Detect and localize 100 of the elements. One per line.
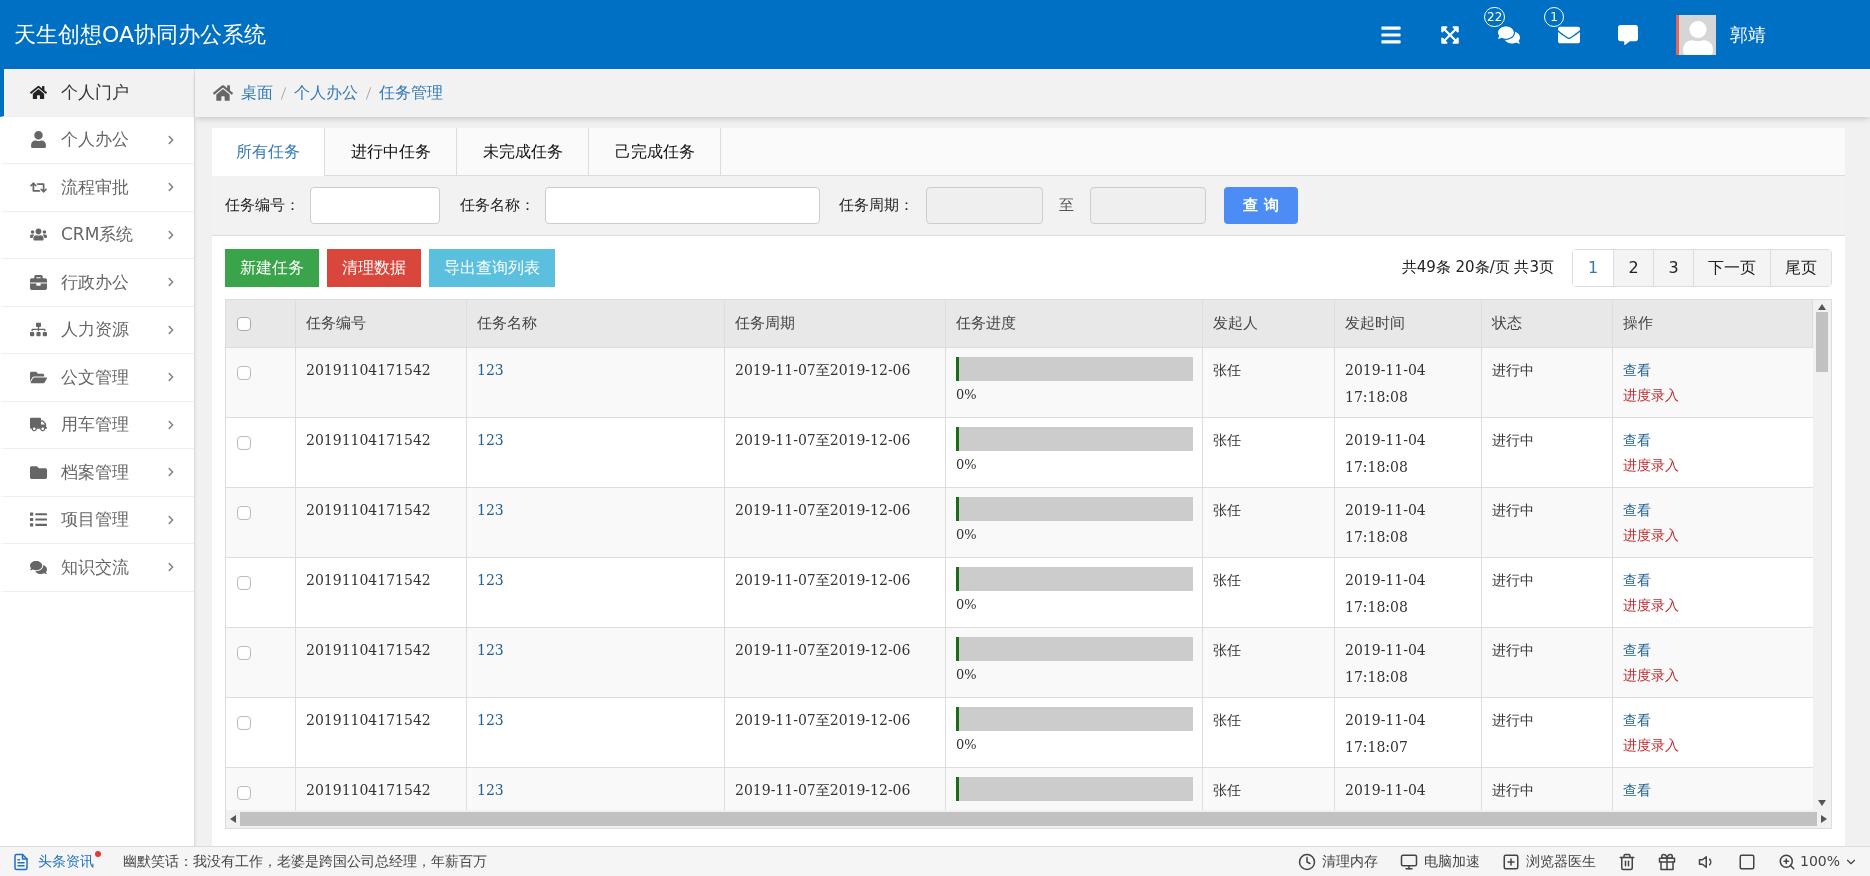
avatar[interactable]: [1676, 14, 1716, 55]
scroll-thumb[interactable]: [240, 812, 1817, 826]
tool-link[interactable]: 电脑加速: [1423, 851, 1480, 872]
input-field[interactable]: [310, 187, 440, 224]
home-icon: [30, 83, 47, 101]
table-cell: 张任: [1213, 572, 1241, 588]
folder-icon: [30, 463, 47, 481]
tool-link[interactable]: 清理内存: [1321, 851, 1378, 872]
view-link[interactable]: 查看: [1623, 430, 1651, 451]
view-link[interactable]: 查看: [1623, 780, 1651, 801]
progress-entry-link[interactable]: 进度录入: [1623, 665, 1679, 686]
pagination-summary: 共49条 20条/页 共3页: [1401, 257, 1554, 279]
progress-value: 0%: [956, 386, 978, 404]
tab[interactable]: 未完成任务: [457, 128, 589, 175]
chevron-icon: [166, 229, 176, 240]
view-link[interactable]: 查看: [1623, 710, 1651, 731]
zoom-level[interactable]: 100%: [1799, 851, 1840, 872]
sidebar-item[interactable]: 公文管理: [0, 354, 194, 402]
tab[interactable]: 进行中任务: [325, 128, 457, 175]
joke-text[interactable]: 幽默笑话：我没有工作，老婆是跨国公司总经理，年薪百万: [123, 851, 487, 872]
page-button[interactable]: 2: [1613, 249, 1653, 286]
table-cell: 2019-11-07至2019-12-06: [735, 502, 911, 518]
sidebar-item[interactable]: 知识交流: [0, 544, 194, 592]
progress-entry-link[interactable]: 进度录入: [1623, 455, 1679, 476]
date-field[interactable]: [926, 187, 1043, 224]
tool-link[interactable]: 浏览器医生: [1525, 851, 1596, 872]
tab[interactable]: 所有任务: [212, 128, 325, 176]
progress-entry-link[interactable]: 进度录入: [1623, 525, 1679, 546]
breadcrumb-link[interactable]: 任务管理: [379, 81, 443, 105]
task-link[interactable]: 123: [477, 572, 504, 588]
horizontal-scrollbar[interactable]: [226, 810, 1831, 828]
progress-entry-link[interactable]: 进度录入: [1623, 385, 1679, 406]
progress-entry-link[interactable]: 进度录入: [1623, 595, 1679, 616]
checkbox[interactable]: [237, 316, 251, 331]
sidebar-item[interactable]: 档案管理: [0, 449, 194, 497]
fullscreen-icon[interactable]: [1440, 24, 1460, 45]
monitor-icon[interactable]: [1399, 852, 1418, 871]
task-link[interactable]: 123: [477, 502, 504, 518]
user-name[interactable]: 郭靖: [1730, 21, 1766, 48]
sidebar-item[interactable]: 项目管理: [0, 496, 194, 544]
checkbox[interactable]: [237, 436, 251, 450]
chevron-icon: [166, 467, 176, 478]
view-link[interactable]: 查看: [1623, 640, 1651, 661]
table-cell-text: 2019-11-04: [1345, 641, 1427, 660]
table-cell: 2019-11-07至2019-12-06: [735, 362, 911, 378]
range-separator: 至: [1059, 195, 1074, 217]
page-button[interactable]: 尾页: [1770, 249, 1831, 286]
table-cell: 张任: [1213, 432, 1241, 448]
view-link[interactable]: 查看: [1623, 360, 1651, 381]
news-link[interactable]: 头条资讯: [38, 851, 94, 872]
page-button[interactable]: 3: [1653, 249, 1693, 286]
table-cell-text: 17:18:08: [1345, 668, 1409, 687]
query-button[interactable]: 查 询: [1224, 187, 1298, 224]
column-header: 状态: [1482, 300, 1613, 347]
task-link[interactable]: 123: [477, 712, 504, 728]
scroll-down-icon[interactable]: [1818, 800, 1826, 806]
window-icon[interactable]: [1737, 852, 1756, 871]
checkbox[interactable]: [237, 716, 251, 730]
user-icon: [30, 131, 47, 149]
scroll-right-icon[interactable]: [1821, 815, 1827, 823]
checkbox[interactable]: [237, 786, 251, 800]
column-header: 任务编号: [296, 300, 467, 347]
task-link[interactable]: 123: [477, 432, 504, 448]
scroll-thumb[interactable]: [1816, 312, 1828, 372]
sidebar-item[interactable]: 用车管理: [0, 401, 194, 449]
breadcrumb-link[interactable]: 桌面: [241, 81, 273, 105]
vertical-scrollbar[interactable]: [1813, 300, 1831, 810]
scroll-left-icon[interactable]: [230, 815, 236, 823]
sidebar-item[interactable]: 个人门户: [0, 69, 194, 117]
page-button[interactable]: 下一页: [1693, 249, 1770, 286]
view-link[interactable]: 查看: [1623, 570, 1651, 591]
sidebar-item[interactable]: 流程审批: [0, 164, 194, 212]
field-label: 任务周期：: [839, 195, 914, 217]
breadcrumb-link[interactable]: 个人办公: [294, 81, 358, 105]
action-button[interactable]: 清理数据: [327, 248, 421, 287]
sidebar-item[interactable]: 个人办公: [0, 116, 194, 164]
sidebar-item[interactable]: 行政办公: [0, 259, 194, 307]
task-link[interactable]: 123: [477, 362, 504, 378]
input-field[interactable]: [545, 187, 820, 224]
checkbox[interactable]: [237, 506, 251, 520]
sidebar-label: 个人办公: [61, 128, 129, 151]
checkbox[interactable]: [237, 366, 251, 380]
sidebar-item[interactable]: CRM系统: [0, 211, 194, 259]
progress-entry-link[interactable]: 进度录入: [1623, 735, 1679, 756]
task-link[interactable]: 123: [477, 782, 504, 798]
scroll-up-icon[interactable]: [1818, 304, 1826, 310]
sidebar-label: 知识交流: [61, 555, 129, 579]
column-header: 任务周期: [725, 300, 946, 347]
view-link[interactable]: 查看: [1623, 500, 1651, 521]
chat-icon[interactable]: [1618, 24, 1638, 45]
date-field[interactable]: [1090, 187, 1206, 224]
status-text: 进行中: [1492, 502, 1534, 518]
checkbox[interactable]: [237, 576, 251, 590]
sidebar-item[interactable]: 人力资源: [0, 306, 194, 354]
tab[interactable]: 己完成任务: [589, 128, 721, 175]
news-icon[interactable]: [12, 852, 30, 871]
task-link[interactable]: 123: [477, 642, 504, 658]
table-cell-text: 2019-11-04: [1345, 361, 1427, 380]
zoom-icon[interactable]: [1777, 852, 1796, 871]
checkbox[interactable]: [237, 646, 251, 660]
